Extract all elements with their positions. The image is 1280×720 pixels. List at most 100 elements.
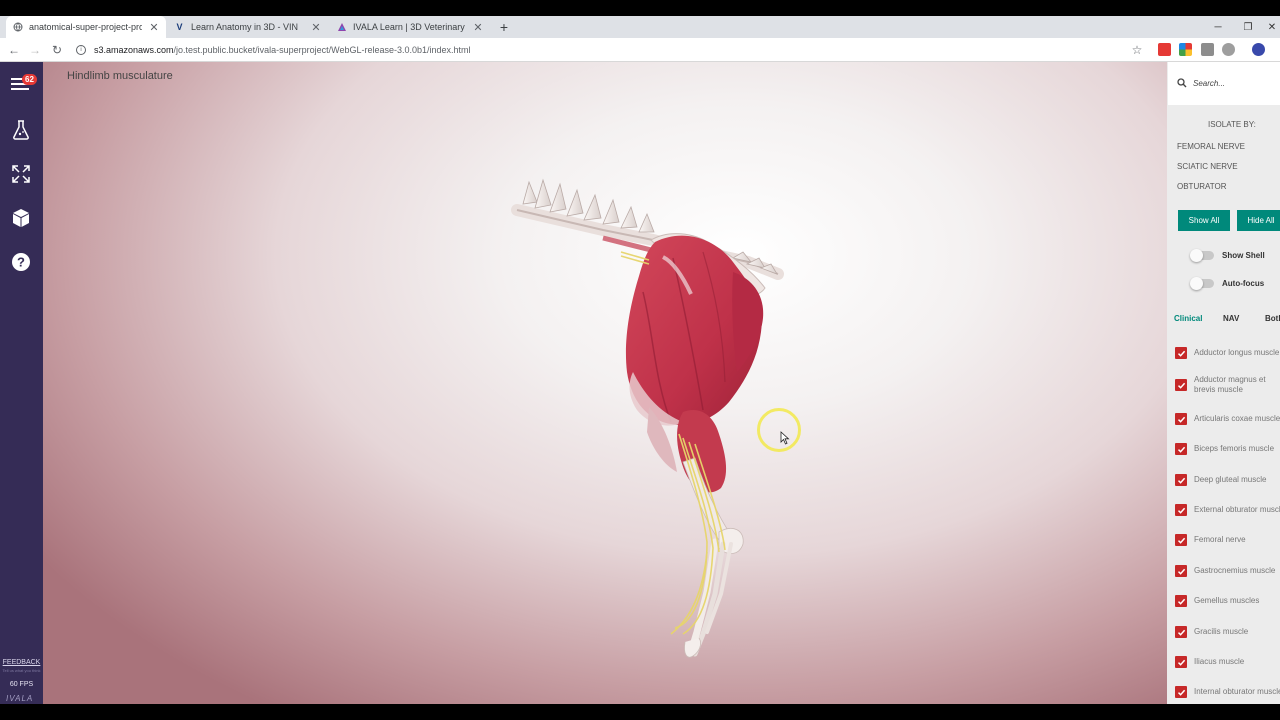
muscle-label: Deep gluteal muscle <box>1194 475 1267 484</box>
isolate-femoral-nerve[interactable]: FEMORAL NERVE <box>1177 142 1245 151</box>
show-all-button[interactable]: Show All <box>1178 210 1230 231</box>
muscle-list-item[interactable]: External obturator muscle <box>1175 504 1280 516</box>
close-tab-icon[interactable]: ✕ <box>310 21 322 34</box>
extension-red-icon[interactable] <box>1158 43 1171 56</box>
muscle-list-item[interactable]: Biceps femoris muscle <box>1175 443 1280 455</box>
info-icon[interactable]: i <box>76 45 86 55</box>
search-input[interactable] <box>1193 79 1273 88</box>
tab-both[interactable]: Both <box>1265 314 1280 323</box>
muscle-list-item[interactable]: Adductor longus muscle <box>1175 347 1280 359</box>
app-sidebar: 62 ? FEEDBACK Tell us what you think 60 … <box>0 62 43 704</box>
muscle-label: Iliacus muscle <box>1194 657 1245 666</box>
bottom-letterbox <box>0 704 1280 720</box>
minimize-icon[interactable]: ─ <box>1203 16 1233 38</box>
notification-badge: 62 <box>22 74 37 85</box>
reload-icon[interactable]: ↻ <box>49 42 65 58</box>
muscle-label: Articularis coxae muscle <box>1194 414 1280 423</box>
back-arrow-icon[interactable]: ← <box>6 42 22 58</box>
checkbox-checked-icon[interactable] <box>1175 626 1187 638</box>
muscle-label: Gastrocnemius muscle <box>1194 566 1276 575</box>
close-window-icon[interactable]: ✕ <box>1257 16 1280 38</box>
close-tab-icon[interactable]: ✕ <box>472 21 484 34</box>
search-box <box>1168 62 1280 105</box>
extension-grey-icon[interactable] <box>1201 43 1214 56</box>
hindlimb-3d-model[interactable] <box>43 62 1167 704</box>
address-bar: ← → ↻ i s3.amazonaws.com/jo.test.public.… <box>0 38 1280 62</box>
tab-ivala-learn[interactable]: IVALA Learn | 3D Veterinary Anat ✕ <box>330 16 490 38</box>
isolate-heading: ISOLATE BY: <box>1208 120 1256 129</box>
checkbox-checked-icon[interactable] <box>1175 379 1187 391</box>
tab-clinical[interactable]: Clinical <box>1174 314 1202 323</box>
vin-logo-icon: V <box>176 22 183 32</box>
muscle-list-item[interactable]: Gracilis muscle <box>1175 626 1280 638</box>
checkbox-checked-icon[interactable] <box>1175 565 1187 577</box>
isolate-sciatic-nerve[interactable]: SCIATIC NERVE <box>1177 162 1238 171</box>
checkbox-checked-icon[interactable] <box>1175 534 1187 546</box>
auto-focus-toggle[interactable] <box>1190 277 1214 290</box>
cube-icon[interactable] <box>10 207 32 229</box>
top-letterbox <box>0 0 1280 16</box>
show-shell-toggle[interactable] <box>1190 249 1214 262</box>
muscle-list-item[interactable]: Gastrocnemius muscle <box>1175 565 1280 577</box>
muscle-list-item[interactable]: Femoral nerve <box>1175 534 1280 546</box>
globe-icon <box>12 22 23 33</box>
muscle-label: External obturator muscle <box>1194 505 1280 514</box>
url-field[interactable]: i s3.amazonaws.com/jo.test.public.bucket… <box>76 42 471 58</box>
checkbox-checked-icon[interactable] <box>1175 443 1187 455</box>
3d-viewport[interactable]: Hindlimb musculature <box>43 62 1167 704</box>
feedback-link[interactable]: FEEDBACK <box>0 659 43 666</box>
muscle-label: Gracilis muscle <box>1194 627 1249 636</box>
help-icon[interactable]: ? <box>10 251 32 273</box>
tab-title: Learn Anatomy in 3D - VIN <box>191 22 299 32</box>
svg-text:?: ? <box>17 255 25 270</box>
hide-all-button[interactable]: Hide All <box>1237 210 1280 231</box>
fullscreen-icon[interactable] <box>10 163 32 185</box>
screen: anatomical-super-project-proto ✕ V Learn… <box>0 0 1280 720</box>
muscle-list-item[interactable]: Gemellus muscles <box>1175 595 1280 607</box>
feedback-subtitle: Tell us what you think <box>2 668 41 673</box>
muscle-label: Gemellus muscles <box>1194 596 1260 605</box>
auto-focus-row[interactable]: Auto-focus <box>1190 277 1264 290</box>
muscle-label: Adductor longus muscle <box>1194 348 1280 357</box>
forward-arrow-icon[interactable]: → <box>27 42 43 58</box>
muscle-label: Femoral nerve <box>1194 535 1246 544</box>
checkbox-checked-icon[interactable] <box>1175 686 1187 698</box>
muscle-list-item[interactable]: Articularis coxae muscle <box>1175 413 1280 425</box>
new-tab-button[interactable]: + <box>497 16 511 38</box>
muscle-label: Internal obturator muscle <box>1194 687 1280 696</box>
profile-avatar[interactable] <box>1252 43 1265 56</box>
muscle-label: Biceps femoris muscle <box>1194 444 1275 453</box>
muscle-label: Adductor magnus et brevis muscle <box>1194 375 1266 394</box>
ivala-logo-icon <box>336 22 347 33</box>
mouse-pointer-icon <box>780 431 790 445</box>
checkbox-checked-icon[interactable] <box>1175 656 1187 668</box>
isolate-obturator[interactable]: OBTURATOR <box>1177 182 1226 191</box>
checkbox-checked-icon[interactable] <box>1175 595 1187 607</box>
url-path: /jo.test.public.bucket/ivala-superprojec… <box>173 45 471 55</box>
lab-flask-icon[interactable] <box>10 119 32 141</box>
tab-title: anatomical-super-project-proto <box>29 22 142 32</box>
ivala-logo: IVALA <box>6 694 34 703</box>
muscle-list-item[interactable]: Deep gluteal muscle <box>1175 474 1280 486</box>
bookmark-star-icon[interactable]: ☆ <box>1129 42 1145 58</box>
tab-strip: anatomical-super-project-proto ✕ V Learn… <box>0 16 1280 38</box>
tab-anatomical-super-project[interactable]: anatomical-super-project-proto ✕ <box>6 16 166 38</box>
show-shell-label: Show Shell <box>1222 251 1265 260</box>
tab-learn-anatomy-vin[interactable]: V Learn Anatomy in 3D - VIN ✕ <box>168 16 328 38</box>
search-icon <box>1177 75 1187 93</box>
muscle-list-item[interactable]: Internal obturator muscle <box>1175 686 1280 698</box>
url-host: s3.amazonaws.com <box>94 45 174 55</box>
muscle-list-item[interactable]: Adductor magnus et brevis muscle <box>1175 375 1280 395</box>
show-shell-row[interactable]: Show Shell <box>1190 249 1265 262</box>
close-tab-icon[interactable]: ✕ <box>148 21 160 34</box>
tab-nav[interactable]: NAV <box>1223 314 1239 323</box>
checkbox-checked-icon[interactable] <box>1175 347 1187 359</box>
checkbox-checked-icon[interactable] <box>1175 474 1187 486</box>
checkbox-checked-icon[interactable] <box>1175 413 1187 425</box>
right-panel: ISOLATE BY: FEMORAL NERVE SCIATIC NERVE … <box>1167 62 1280 704</box>
extension-cloud-icon[interactable] <box>1222 43 1235 56</box>
checkbox-checked-icon[interactable] <box>1175 504 1187 516</box>
tab-title: IVALA Learn | 3D Veterinary Anat <box>353 22 466 32</box>
muscle-list-item[interactable]: Iliacus muscle <box>1175 656 1280 668</box>
extension-color-icon[interactable] <box>1179 43 1192 56</box>
